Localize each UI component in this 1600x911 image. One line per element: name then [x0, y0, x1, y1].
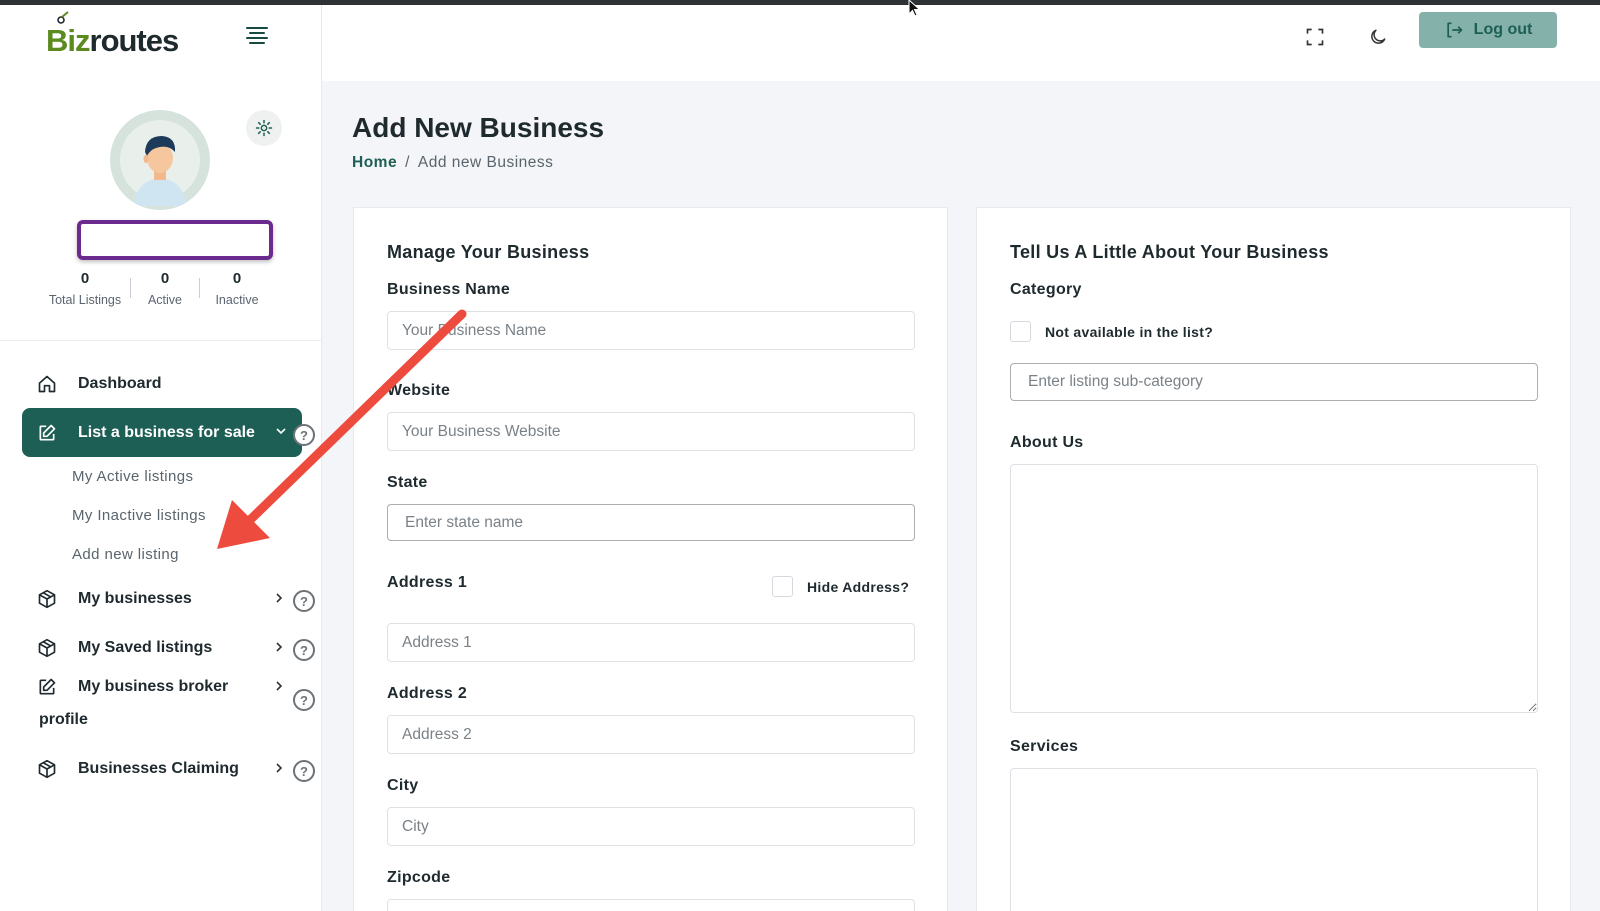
- sidebar-item-businesses-claiming[interactable]: Businesses Claiming: [22, 745, 300, 793]
- checkbox-box[interactable]: [1010, 321, 1031, 342]
- about-business-card: Tell Us A Little About Your Business Cat…: [976, 207, 1571, 911]
- category-label: Category: [1010, 281, 1082, 298]
- sidebar-subitem-add-new-listing[interactable]: Add new listing: [72, 546, 179, 563]
- stat-inactive: 0 Inactive: [200, 270, 274, 310]
- sidebar-item-label-continued: profile: [39, 711, 88, 728]
- avatar-illustration-icon: [120, 120, 200, 206]
- sidebar-subitem-active-listings[interactable]: My Active listings: [72, 468, 193, 485]
- help-icon[interactable]: ?: [293, 639, 315, 661]
- address2-label: Address 2: [387, 685, 468, 702]
- box-icon: [36, 758, 58, 780]
- subcategory-input[interactable]: [1010, 363, 1538, 401]
- about-us-label: About Us: [1010, 434, 1084, 451]
- sidebar-item-saved-listings[interactable]: My Saved listings: [22, 624, 300, 672]
- sidebar-item-list-business[interactable]: List a business for sale: [22, 408, 302, 457]
- stat-value: 0: [160, 270, 170, 287]
- help-icon[interactable]: ?: [293, 424, 315, 446]
- sidebar-item-label: List a business for sale: [78, 423, 255, 441]
- profile-settings-button[interactable]: [246, 110, 282, 146]
- home-icon: [36, 373, 58, 395]
- stat-label: Active: [147, 293, 183, 307]
- help-icon[interactable]: ?: [293, 689, 315, 711]
- mouse-cursor-icon: [908, 0, 921, 17]
- manage-business-card: Manage Your Business Business Name Websi…: [353, 207, 948, 911]
- gear-icon: [255, 119, 273, 137]
- box-icon: [36, 588, 58, 610]
- card-title: Manage Your Business: [387, 242, 590, 262]
- help-icon[interactable]: ?: [293, 590, 315, 612]
- logo-mark-icon: [57, 11, 69, 24]
- stat-active: 0 Active: [131, 270, 199, 310]
- page-title: Add New Business: [352, 112, 605, 143]
- profile-name-field[interactable]: [77, 220, 273, 260]
- profile-panel: 0 Total Listings 0 Active 0 Inactive: [0, 80, 322, 341]
- bizroutes-logo[interactable]: Biz routes: [46, 11, 180, 59]
- checkbox-label: Not available in the list?: [1045, 323, 1214, 340]
- not-available-checkbox[interactable]: Not available in the list?: [1010, 321, 1213, 342]
- sidebar-item-broker-profile[interactable]: My business broker: [22, 674, 300, 700]
- about-us-textarea[interactable]: [1010, 464, 1538, 713]
- box-icon: [36, 637, 58, 659]
- card-title: Tell Us A Little About Your Business: [1010, 242, 1329, 262]
- website-label: Website: [387, 382, 451, 399]
- sidebar-item-label: Businesses Claiming: [78, 760, 239, 777]
- logo-text-biz: Biz: [46, 23, 90, 58]
- fullscreen-icon[interactable]: [1301, 23, 1329, 51]
- sidebar-subitem-inactive-listings[interactable]: My Inactive listings: [72, 507, 206, 524]
- zipcode-label: Zipcode: [387, 869, 451, 886]
- stat-label: Total Listings: [48, 293, 122, 307]
- breadcrumb-current: Add new Business: [417, 154, 554, 171]
- business-name-label: Business Name: [387, 281, 511, 298]
- city-label: City: [387, 777, 419, 794]
- chevron-right-icon: [274, 678, 284, 694]
- checkbox-box[interactable]: [772, 576, 793, 597]
- help-icon[interactable]: ?: [293, 760, 315, 782]
- edit-icon: [36, 676, 58, 698]
- sidebar-item-label: My Saved listings: [78, 639, 213, 656]
- stat-value: 0: [80, 270, 90, 287]
- hide-address-checkbox[interactable]: Hide Address?: [772, 576, 909, 597]
- logout-icon: [1447, 22, 1463, 38]
- menu-toggle-icon[interactable]: [246, 27, 268, 45]
- edit-icon: [36, 422, 58, 444]
- dark-mode-moon-icon[interactable]: [1364, 23, 1392, 51]
- chevron-down-icon: [276, 423, 286, 439]
- chevron-right-icon: [274, 639, 284, 655]
- top-bar: Log out: [322, 5, 1600, 81]
- website-input[interactable]: [387, 412, 915, 451]
- address2-input[interactable]: [387, 715, 915, 754]
- stat-value: 0: [232, 270, 242, 287]
- city-input[interactable]: [387, 807, 915, 846]
- stat-label: Inactive: [215, 293, 259, 307]
- sidebar-item-label: Dashboard: [78, 375, 162, 392]
- breadcrumb-separator: /: [405, 154, 410, 171]
- stat-total-listings: 0 Total Listings: [40, 270, 130, 310]
- business-name-input[interactable]: [387, 311, 915, 350]
- logout-button[interactable]: Log out: [1419, 12, 1557, 48]
- chevron-right-icon: [274, 760, 284, 776]
- state-label: State: [387, 474, 428, 491]
- address1-label: Address 1: [387, 574, 468, 591]
- logout-label: Log out: [1473, 21, 1533, 38]
- address1-input[interactable]: [387, 623, 915, 662]
- listing-stats: 0 Total Listings 0 Active 0 Inactive: [40, 270, 290, 310]
- zipcode-input[interactable]: [387, 899, 915, 911]
- services-textarea[interactable]: [1010, 768, 1538, 911]
- logo-text-routes: routes: [89, 23, 180, 58]
- breadcrumb: Home / Add new Business: [352, 154, 553, 172]
- breadcrumb-home-link[interactable]: Home: [352, 154, 397, 171]
- sidebar-item-dashboard[interactable]: Dashboard: [22, 360, 300, 408]
- chevron-right-icon: [274, 590, 284, 606]
- services-label: Services: [1010, 738, 1079, 755]
- sidebar-item-label: My business broker: [78, 678, 229, 695]
- sidebar-item-my-businesses[interactable]: My businesses: [22, 575, 300, 623]
- checkbox-label: Hide Address?: [807, 578, 910, 595]
- sidebar-item-label: My businesses: [78, 590, 192, 607]
- avatar: [110, 110, 210, 210]
- state-input[interactable]: [387, 504, 915, 541]
